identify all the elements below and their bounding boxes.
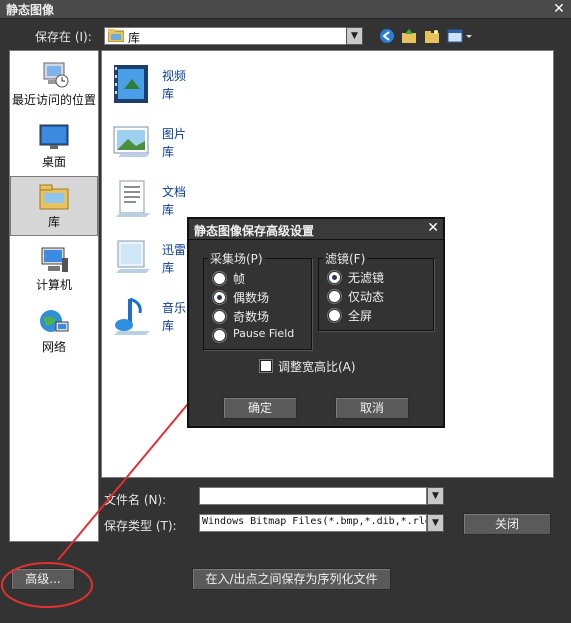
- ok-button[interactable]: 确定: [223, 397, 297, 419]
- radio-button[interactable]: [328, 271, 341, 284]
- annotation-arrow: [57, 392, 198, 561]
- radio-label: 奇数场: [233, 310, 270, 324]
- radio-label: 全屏: [348, 309, 373, 323]
- filter-option-dynamic[interactable]: 仅动态: [328, 288, 428, 304]
- radio-label: 仅动态: [348, 290, 385, 304]
- radio-label: 偶数场: [233, 291, 270, 305]
- field-option-pause[interactable]: Pause Field: [213, 327, 308, 343]
- radio-label: 帧: [233, 272, 246, 286]
- dialog-titlebar: 静态图像保存高级设置 ✕: [189, 219, 443, 240]
- aspect-ratio-label: 调整宽高比(A): [278, 360, 356, 374]
- radio-button[interactable]: [328, 309, 341, 322]
- field-option-even[interactable]: 偶数场: [213, 289, 303, 305]
- radio-label: 无滤镜: [348, 271, 385, 285]
- radio-button[interactable]: [213, 272, 226, 285]
- filter-group-title: 滤镜(F): [323, 250, 368, 267]
- field-option-frame[interactable]: 帧: [213, 270, 303, 286]
- aspect-ratio-option[interactable]: 调整宽高比(A): [260, 358, 380, 374]
- dialog-title: 静态图像保存高级设置: [194, 224, 315, 238]
- filter-option-none[interactable]: 无滤镜: [328, 269, 428, 285]
- advanced-settings-dialog: 静态图像保存高级设置 ✕ 采集场(P) 帧 偶数场 奇数场 Pause Fiel…: [187, 217, 445, 428]
- annotation-circle: [1, 562, 93, 608]
- filter-option-fullscreen[interactable]: 全屏: [328, 307, 428, 323]
- radio-button[interactable]: [213, 291, 226, 304]
- radio-button[interactable]: [213, 329, 226, 342]
- field-group-title: 采集场(P): [208, 250, 265, 267]
- radio-button[interactable]: [213, 310, 226, 323]
- radio-label: Pause Field: [233, 327, 295, 340]
- radio-button[interactable]: [328, 290, 341, 303]
- dialog-close-button[interactable]: ✕: [427, 220, 439, 236]
- cancel-button[interactable]: 取消: [335, 397, 409, 419]
- field-option-odd[interactable]: 奇数场: [213, 308, 303, 324]
- aspect-ratio-checkbox[interactable]: [260, 360, 272, 372]
